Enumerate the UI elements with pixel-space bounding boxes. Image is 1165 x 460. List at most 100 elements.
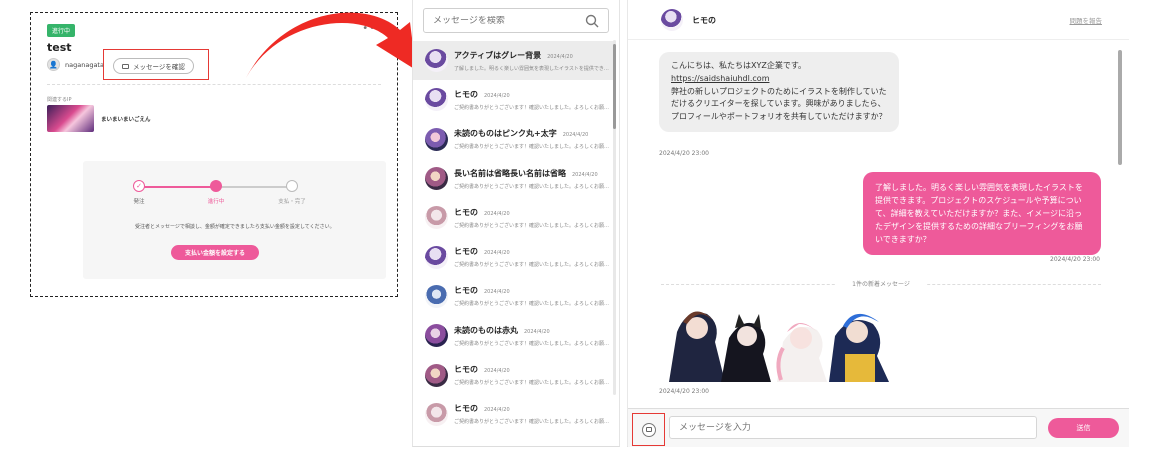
step-done-check-icon: ✓ (133, 180, 145, 192)
list-item-name: アクティブはグレー背景 (454, 50, 542, 60)
list-item-date: 2024/4/20 (484, 210, 510, 217)
avatar (425, 167, 448, 191)
list-item[interactable]: ヒモの 2024/4/20 ご契約書ありがとうございます！確認いたしました。よろし… (413, 80, 613, 119)
list-item-date: 2024/4/20 (484, 407, 510, 414)
chat-list-panel: アクティブはグレー背景 2024/4/20 了解しました。明るく楽しい雰囲気を表現… (412, 0, 620, 447)
chat-scrollbar[interactable] (1118, 50, 1122, 395)
list-item-preview: ご契約書ありがとうございます！確認いたしました。よろしくお願いします (454, 340, 612, 347)
step-label-order: 発注 (133, 199, 145, 205)
list-item-preview: ご契約書ありがとうございます！確認いたしました。よろしくお願いします (454, 144, 612, 151)
user-avatar-icon: 👤 (47, 58, 60, 71)
list-item-preview: ご契約書ありがとうございます！確認いたしました。よろしくお願いします (454, 380, 612, 387)
step-label-progress: 進行中 (207, 199, 225, 205)
list-item[interactable]: 未読のものは赤丸 2024/4/20 ご契約書ありがとうございます！確認いたしまし… (413, 316, 613, 355)
new-message-label: 1件の新着メッセージ (835, 279, 927, 288)
list-item-date: 2024/4/20 (562, 132, 589, 139)
list-item-preview: ご契約書ありがとうございます！確認いたしました。よろしくお願いします (454, 104, 612, 111)
avatar (425, 284, 448, 308)
step-todo-dot (286, 180, 298, 192)
avatar (425, 324, 448, 348)
list-item-name: ヒモの (454, 404, 478, 414)
list-item-preview: 了解しました。明るく楽しい雰囲気を表現したイラストを提供できます。 (454, 65, 612, 72)
related-thumbnail[interactable] (47, 105, 94, 132)
list-item-date: 2024/4/20 (484, 92, 510, 99)
list-scrollbar[interactable] (613, 40, 616, 395)
report-link[interactable]: 問題を報告 (1070, 15, 1103, 25)
avatar (425, 49, 448, 73)
search-icon[interactable] (585, 14, 599, 28)
list-item[interactable]: ヒモの 2024/4/20 ご契約書ありがとうございます！確認いたしました。よろし… (413, 395, 613, 434)
list-item-name: ヒモの (454, 89, 478, 99)
avatar (425, 88, 448, 112)
progress-panel: ✓ 発注 進行中 支払・完了 受注者とメッセージで相談し、金額が確定できましたら… (83, 161, 386, 279)
input-bar: 送信 (628, 408, 1129, 447)
list-item-preview: ご契約書ありがとうございます！確認いたしました。よろしくお願いします (454, 262, 612, 269)
related-label: 関連するIP (47, 97, 72, 103)
step-line-todo (215, 186, 291, 188)
list-item-preview: ご契約書ありがとうございます！確認いたしました。よろしくお願いします (454, 183, 612, 190)
list-item[interactable]: ヒモの 2024/4/20 ご契約書ありがとうございます！確認いたしました。よろし… (413, 355, 613, 394)
avatar (425, 363, 448, 387)
incoming-message: こんにちは、私たちはXYZ企業です。 https://saidshaiuhdl.… (659, 52, 899, 132)
new-message-separator: 1件の新着メッセージ (661, 279, 1101, 289)
list-item-date: 2024/4/20 (547, 53, 573, 60)
chat-header: ヒモの 問題を報告 (628, 0, 1129, 40)
incoming-time: 2024/4/20 23:00 (659, 150, 709, 157)
chat-avatar (661, 9, 683, 31)
incoming-link[interactable]: https://saidshaiuhdl.com (671, 73, 887, 86)
list-item[interactable]: ヒモの 2024/4/20 ご契約書ありがとうございます！確認いたしました。よろし… (413, 198, 613, 237)
chat-partner-name: ヒモの (692, 16, 716, 25)
list-item-date: 2024/4/20 (484, 289, 510, 296)
image-time: 2024/4/20 23:00 (659, 388, 709, 395)
list-item-date: 2024/4/20 (484, 250, 510, 257)
card-title: test (47, 41, 72, 54)
chat-panel: ヒモの 問題を報告 こんにちは、私たちはXYZ企業です。 https://sai… (627, 0, 1129, 447)
send-button[interactable]: 送信 (1048, 418, 1119, 438)
progress-note: 受注者とメッセージで相談し、金額が確定できましたら支払い金額を設定してください。 (135, 224, 335, 230)
list-item-date: 2024/4/20 (572, 171, 598, 178)
avatar (425, 245, 448, 269)
list-item-name: ヒモの (454, 247, 478, 257)
search-input[interactable] (433, 15, 585, 26)
step-label-complete: 支払・完了 (278, 199, 306, 205)
list-item-preview: ご契約書ありがとうございます！確認いたしました。よろしくお願いします (454, 301, 612, 308)
list-item[interactable]: ヒモの 2024/4/20 ご契約書ありがとうございます！確認いたしました。よろし… (413, 237, 613, 276)
avatar (425, 402, 448, 426)
set-payment-button[interactable]: 支払い金額を設定する (171, 245, 259, 260)
list-item-name: 未読のものは赤丸 (454, 325, 518, 335)
red-arrow-icon (246, 12, 416, 79)
list-item[interactable]: 未読のものはピンク丸+太字 2024/4/20 ご契約書ありがとうございます！確認… (413, 120, 613, 159)
screenshot-root: 進行中 ••• test 👤 naganagata メッセージを確認 関連するI… (0, 0, 1165, 460)
character-illustration[interactable] (659, 302, 899, 382)
attach-file-icon (641, 422, 656, 437)
attach-button[interactable] (632, 413, 665, 446)
list-item-name: 長い名前は省略長い名前は省略 (454, 168, 566, 178)
list-item-date: 2024/4/20 (524, 328, 550, 335)
conversation-list: アクティブはグレー背景 2024/4/20 了解しました。明るく楽しい雰囲気を表現… (413, 41, 613, 434)
related-title[interactable]: まいまいまいごえん (101, 115, 151, 123)
search-box (423, 8, 609, 33)
user-name: naganagata (65, 60, 104, 69)
list-item-name: ヒモの (454, 286, 478, 296)
list-item[interactable]: ヒモの 2024/4/20 ご契約書ありがとうございます！確認いたしました。よろし… (413, 277, 613, 316)
list-item[interactable]: 長い名前は省略長い名前は省略 2024/4/20 ご契約書ありがとうございます！確… (413, 159, 613, 198)
list-item[interactable]: アクティブはグレー背景 2024/4/20 了解しました。明るく楽しい雰囲気を表現… (413, 41, 613, 81)
message-input[interactable] (669, 416, 1037, 439)
list-item-name: ヒモの (454, 365, 478, 375)
list-item-date: 2024/4/20 (484, 368, 510, 375)
list-item-preview: ご契約書ありがとうございます！確認いたしました。よろしくお願いします (454, 419, 612, 426)
user-row: 👤 naganagata (47, 58, 104, 71)
status-badge: 進行中 (47, 24, 76, 37)
step-line-done (139, 186, 215, 188)
incoming-text-1: こんにちは、私たちはXYZ企業です。 (671, 61, 807, 70)
highlight-box (103, 49, 209, 80)
outgoing-time: 2024/4/20 23:00 (1050, 256, 1100, 263)
outgoing-message: 了解しました。明るく楽しい雰囲気を表現したイラストを提供できます。プロジェクトの… (863, 172, 1101, 255)
avatar (425, 127, 448, 151)
incoming-text-2: 弊社の新しいプロジェクトのためにイラストを制作していただけるクリエイターを探して… (671, 86, 887, 122)
avatar (425, 206, 448, 230)
list-item-preview: ご契約書ありがとうございます！確認いたしました。よろしくお願いします (454, 222, 612, 229)
list-item-name: ヒモの (454, 207, 478, 217)
list-item-name: 未読のものはピンク丸+太字 (454, 129, 557, 139)
step-current-dot (210, 180, 222, 192)
